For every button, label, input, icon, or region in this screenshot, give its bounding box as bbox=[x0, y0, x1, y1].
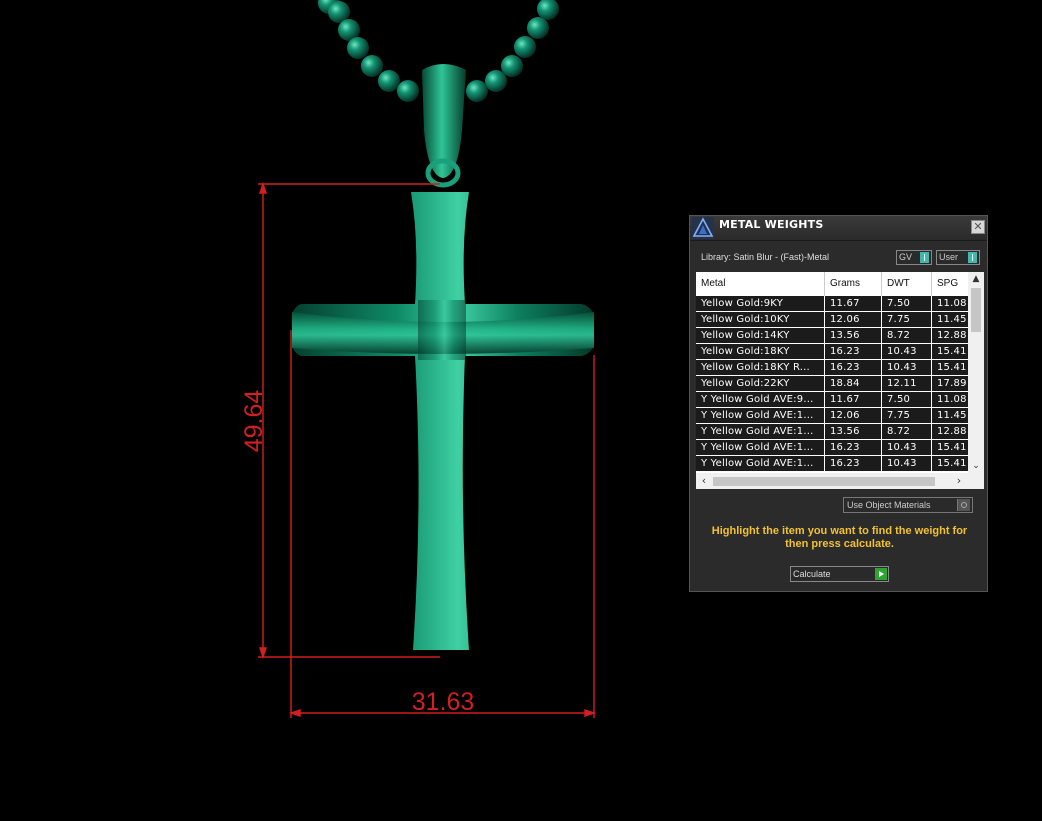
calculate-label: Calculate bbox=[793, 569, 831, 579]
table-row[interactable]: Yellow Gold:10KY 12.06 7.75 11.45 bbox=[696, 312, 968, 328]
pendant-bail bbox=[422, 64, 466, 188]
dwt-cell: 7.75 bbox=[882, 312, 932, 327]
dwt-cell: 10.43 bbox=[882, 360, 932, 375]
dwt-cell: 8.72 bbox=[882, 328, 932, 343]
horizontal-scroll-thumb[interactable] bbox=[713, 477, 935, 486]
grams-cell: 11.67 bbox=[825, 296, 882, 311]
dwt-cell: 7.50 bbox=[882, 296, 932, 311]
table-header: Metal Grams DWT SPG bbox=[696, 272, 968, 297]
library-label: Library: Satin Blur - (Fast)-Metal bbox=[701, 252, 830, 262]
column-header-dwt[interactable]: DWT bbox=[882, 272, 932, 296]
grams-cell: 16.23 bbox=[825, 440, 882, 455]
spg-cell: 15.41 bbox=[937, 458, 967, 469]
user-toggle[interactable]: User bbox=[936, 250, 980, 265]
horizontal-scrollbar[interactable]: ‹ › bbox=[696, 473, 984, 489]
spg-cell: 12.88 bbox=[937, 426, 967, 437]
cross-pendant bbox=[292, 192, 594, 650]
grams-cell: 16.23 bbox=[825, 360, 882, 375]
user-toggle-label: User bbox=[939, 252, 959, 262]
table-row[interactable]: Yellow Gold:9KY 11.67 7.50 11.08 bbox=[696, 296, 968, 312]
dwt-cell: 10.43 bbox=[882, 456, 932, 471]
metal-name-cell: Yellow Gold:9KY bbox=[696, 296, 825, 311]
spg-cell: 12.88 bbox=[937, 330, 967, 341]
gv-toggle-label: GV bbox=[899, 252, 913, 262]
column-header-spg[interactable]: SPG bbox=[932, 272, 968, 296]
table-row[interactable]: Y Yellow Gold AVE:1... 16.23 10.43 15.41 bbox=[696, 440, 968, 456]
metal-name-cell: Yellow Gold:18KY bbox=[696, 344, 825, 359]
table-row[interactable]: Yellow Gold:18KY 16.23 10.43 15.41 bbox=[696, 344, 968, 360]
table-row[interactable]: Y Yellow Gold AVE:1... 16.23 10.43 15.41 bbox=[696, 456, 968, 472]
scroll-left-icon[interactable]: ‹ bbox=[697, 473, 711, 489]
grams-cell: 18.84 bbox=[825, 376, 882, 391]
table-body: Yellow Gold:9KY 11.67 7.50 11.08 Yellow Gold… bbox=[696, 296, 968, 472]
column-header-grams[interactable]: Grams bbox=[825, 272, 882, 296]
calculate-button[interactable]: Calculate bbox=[790, 566, 889, 582]
metal-name-cell: Y Yellow Gold AVE:1... bbox=[696, 424, 825, 439]
metal-name-cell: Y Yellow Gold AVE:1... bbox=[696, 456, 825, 471]
dwt-cell: 10.43 bbox=[882, 440, 932, 455]
dwt-cell: 7.50 bbox=[882, 392, 932, 407]
gv-toggle[interactable]: GV bbox=[896, 250, 932, 265]
vertical-scroll-thumb[interactable] bbox=[971, 288, 981, 332]
use-object-materials-option[interactable]: Use Object Materials bbox=[843, 497, 973, 513]
height-dimension-label: 49.64 bbox=[240, 390, 268, 453]
scroll-down-icon[interactable]: ⌄ bbox=[968, 459, 984, 473]
grams-cell: 16.23 bbox=[825, 456, 882, 471]
grams-cell: 11.67 bbox=[825, 392, 882, 407]
table-row[interactable]: Yellow Gold:18KY R... 16.23 10.43 15.41 bbox=[696, 360, 968, 376]
panel-titlebar[interactable]: METAL WEIGHTS ✕ bbox=[690, 216, 987, 241]
spg-cell: 17.89 bbox=[937, 378, 967, 389]
table-row[interactable]: Y Yellow Gold AVE:1... 12.06 7.75 11.45 bbox=[696, 408, 968, 424]
dwt-cell: 10.43 bbox=[882, 344, 932, 359]
grams-cell: 13.56 bbox=[825, 424, 882, 439]
use-object-materials-label: Use Object Materials bbox=[847, 500, 931, 510]
table-row[interactable]: Yellow Gold:22KY 18.84 12.11 17.89 bbox=[696, 376, 968, 392]
metal-name-cell: Yellow Gold:14KY bbox=[696, 328, 825, 343]
metal-name-cell: Yellow Gold:10KY bbox=[696, 312, 825, 327]
metal-name-cell: Y Yellow Gold AVE:1... bbox=[696, 440, 825, 455]
grams-cell: 12.06 bbox=[825, 408, 882, 423]
scroll-right-icon[interactable]: › bbox=[952, 473, 966, 489]
radio-icon bbox=[957, 499, 970, 511]
close-button[interactable]: ✕ bbox=[971, 220, 985, 234]
grams-cell: 13.56 bbox=[825, 328, 882, 343]
vertical-scrollbar[interactable]: ▲ ⌄ bbox=[968, 272, 984, 473]
panel-title: METAL WEIGHTS bbox=[719, 218, 824, 231]
metal-table[interactable]: Metal Grams DWT SPG Yellow Gold:9KY 11.67… bbox=[696, 272, 984, 489]
metal-name-cell: Yellow Gold:22KY bbox=[696, 376, 825, 391]
metal-name-cell: Y Yellow Gold AVE:1... bbox=[696, 408, 825, 423]
spg-cell: 15.41 bbox=[937, 442, 967, 453]
spg-cell: 11.45 bbox=[937, 410, 967, 421]
spg-cell: 11.08 bbox=[937, 298, 967, 309]
instruction-text: Highlight the item you want to find the … bbox=[711, 525, 968, 550]
spg-cell: 15.41 bbox=[937, 362, 967, 373]
toggle-knob-icon bbox=[968, 252, 977, 263]
column-header-metal[interactable]: Metal bbox=[696, 272, 825, 296]
table-row[interactable]: Y Yellow Gold AVE:9... 11.67 7.50 11.08 bbox=[696, 392, 968, 408]
metal-name-cell: Y Yellow Gold AVE:9... bbox=[696, 392, 825, 407]
dwt-cell: 8.72 bbox=[882, 424, 932, 439]
dwt-cell: 7.75 bbox=[882, 408, 932, 423]
spg-cell: 11.08 bbox=[937, 394, 967, 405]
table-row[interactable]: Yellow Gold:14KY 13.56 8.72 12.88 bbox=[696, 328, 968, 344]
metal-name-cell: Yellow Gold:18KY R... bbox=[696, 360, 825, 375]
table-row[interactable]: Y Yellow Gold AVE:1... 13.56 8.72 12.88 bbox=[696, 424, 968, 440]
grams-cell: 16.23 bbox=[825, 344, 882, 359]
app-logo-icon bbox=[692, 217, 714, 239]
height-dimension bbox=[258, 181, 440, 660]
grams-cell: 12.06 bbox=[825, 312, 882, 327]
dwt-cell: 12.11 bbox=[882, 376, 932, 391]
spg-cell: 15.41 bbox=[937, 346, 967, 357]
spg-cell: 11.45 bbox=[937, 314, 967, 325]
scroll-up-icon[interactable]: ▲ bbox=[968, 272, 984, 286]
width-dimension-label: 31.63 bbox=[412, 688, 475, 716]
toggle-knob-icon bbox=[920, 252, 929, 263]
metal-weights-panel: METAL WEIGHTS ✕ Library: Satin Blur - (F… bbox=[689, 215, 988, 592]
play-arrow-icon bbox=[875, 568, 887, 580]
close-icon: ✕ bbox=[973, 220, 983, 233]
